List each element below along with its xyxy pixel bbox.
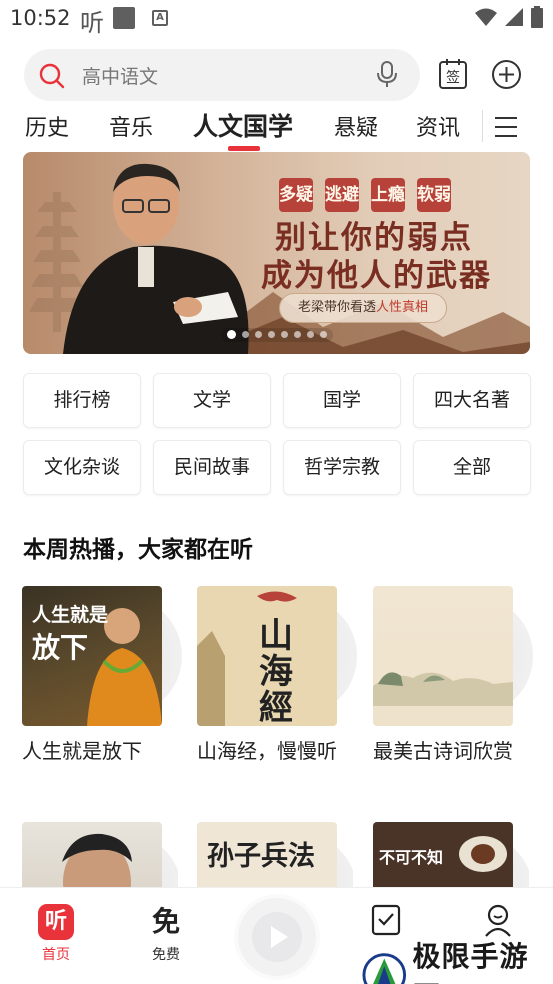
banner-headline-2: 成为他人的武器: [261, 258, 492, 294]
search-bar[interactable]: 高中语文: [24, 49, 420, 101]
nav-free-label: 免费: [152, 947, 180, 963]
album-cover-title: 孙子兵法: [207, 841, 315, 872]
album-cover-wrap: 孙子兵法: [197, 822, 353, 887]
banner-tag: 多疑: [279, 178, 313, 212]
album-card[interactable]: 孙子兵法: [197, 822, 353, 887]
home-icon: 听: [38, 904, 74, 940]
sign-in-calendar-icon[interactable]: 签: [438, 58, 468, 90]
svg-text:签: 签: [446, 69, 460, 86]
tab-humanities[interactable]: 人文国学: [193, 107, 293, 143]
pagination-dot[interactable]: [307, 331, 314, 338]
album-card[interactable]: [22, 822, 178, 887]
play-icon: [271, 926, 288, 948]
search-icon: [39, 63, 65, 89]
pagination-dot[interactable]: [281, 331, 288, 338]
subscribe-icon: [371, 904, 401, 936]
album-cover-wrap: 不可不知: [373, 822, 529, 887]
album-cover-wrap: 山 海 經: [197, 586, 357, 726]
album-cover-title-1: 人生就是: [32, 604, 109, 626]
album-cover-wrap: 人生就是 放下: [22, 586, 182, 726]
free-icon-glyph: 免: [151, 905, 180, 938]
banner-tags: 多疑 逃避 上瘾 软弱: [279, 178, 451, 212]
category-four-classics[interactable]: 四大名著: [413, 373, 531, 428]
play-button[interactable]: [238, 898, 316, 976]
tab-active-indicator: [228, 146, 260, 151]
app-notification-icon: 听: [80, 9, 104, 37]
banner-subtitle-highlight: 人性真相: [376, 300, 429, 315]
status-time: 10:52: [10, 6, 71, 30]
tab-news[interactable]: 资讯: [416, 110, 460, 142]
banner-subtitle: 老梁带你看透人性真相: [279, 293, 448, 323]
play-button-inner: [252, 912, 302, 962]
album-cover-wrap: [22, 822, 178, 887]
pagination-dot[interactable]: [268, 331, 275, 338]
nav-home[interactable]: 听 首页: [26, 904, 86, 964]
category-literature[interactable]: 文学: [153, 373, 271, 428]
tab-divider: [482, 110, 483, 142]
tab-history[interactable]: 历史: [25, 110, 69, 142]
watermark: 极限手游网: [362, 935, 553, 984]
pagination-dot[interactable]: [242, 331, 249, 338]
pagination-dot[interactable]: [227, 330, 236, 339]
add-icon[interactable]: [491, 59, 522, 90]
category-sinology[interactable]: 国学: [283, 373, 401, 428]
album-card[interactable]: 山 海 經 山海经，慢慢听: [197, 586, 357, 768]
tab-mystery[interactable]: 悬疑: [334, 110, 378, 142]
status-right-icons: [475, 6, 543, 28]
home-icon-glyph: 听: [44, 909, 67, 934]
search-input[interactable]: 高中语文: [82, 62, 158, 89]
watermark-text: 极限手游网: [412, 940, 529, 984]
album-cover: [22, 822, 162, 887]
free-icon: 免: [136, 904, 196, 940]
status-bar: 10:52 听 A: [0, 0, 553, 38]
pagination-dot[interactable]: [320, 331, 327, 338]
section-title: 本周热播，大家都在听: [23, 537, 253, 563]
notification-square-icon: [113, 7, 135, 29]
signal-icon: [505, 8, 523, 26]
album-cover-title-2: 放下: [32, 631, 89, 664]
promo-banner[interactable]: 多疑 逃避 上瘾 软弱 别让你的弱点 成为他人的武器 老梁带你看透人性真相: [23, 152, 530, 354]
album-cover-art: [373, 672, 513, 706]
album-card[interactable]: 最美古诗词欣赏: [373, 586, 533, 768]
category-ranking[interactable]: 排行榜: [23, 373, 141, 428]
profile-icon: [485, 904, 511, 937]
pagination-dot[interactable]: [255, 331, 262, 338]
album-cover: 不可不知: [373, 822, 513, 887]
album-cover: [373, 586, 513, 726]
album-cover-wrap: [373, 586, 533, 726]
battery-icon: [531, 6, 543, 28]
album-title: 最美古诗词欣赏: [373, 739, 513, 763]
banner-tag: 软弱: [417, 178, 451, 212]
menu-icon[interactable]: [494, 116, 518, 138]
category-tabs: 历史 音乐 人文国学 悬疑 资讯: [0, 104, 553, 151]
nav-free[interactable]: 免 免费: [136, 904, 196, 964]
category-philosophy-religion[interactable]: 哲学宗教: [283, 440, 401, 495]
album-title: 人生就是放下: [22, 739, 142, 763]
microphone-icon[interactable]: [376, 61, 398, 89]
pagination-dot[interactable]: [294, 331, 301, 338]
notification-a-icon: A: [152, 10, 168, 26]
album-card[interactable]: 人生就是 放下 人生就是放下: [22, 586, 182, 768]
album-cover-art: [62, 833, 132, 887]
album-cover-art: [459, 836, 507, 872]
nav-home-label: 首页: [42, 947, 70, 963]
album-card[interactable]: 不可不知: [373, 822, 529, 887]
album-cover: 人生就是 放下: [22, 586, 162, 726]
category-all[interactable]: 全部: [413, 440, 531, 495]
banner-tag: 逃避: [325, 178, 359, 212]
album-cover-char-3: 經: [259, 688, 293, 726]
album-cover: 孙子兵法: [197, 822, 337, 887]
album-cover: 山 海 經: [197, 586, 337, 726]
category-culture-talk[interactable]: 文化杂谈: [23, 440, 141, 495]
category-folk-stories[interactable]: 民间故事: [153, 440, 271, 495]
album-title: 山海经，慢慢听: [197, 739, 337, 763]
tab-music[interactable]: 音乐: [109, 110, 153, 142]
wifi-icon: [475, 8, 497, 26]
banner-subtitle-text: 老梁带你看透: [298, 300, 377, 315]
banner-pagination: [221, 328, 333, 342]
banner-tag: 上瘾: [371, 178, 405, 212]
watermark-logo-icon: [362, 953, 407, 984]
